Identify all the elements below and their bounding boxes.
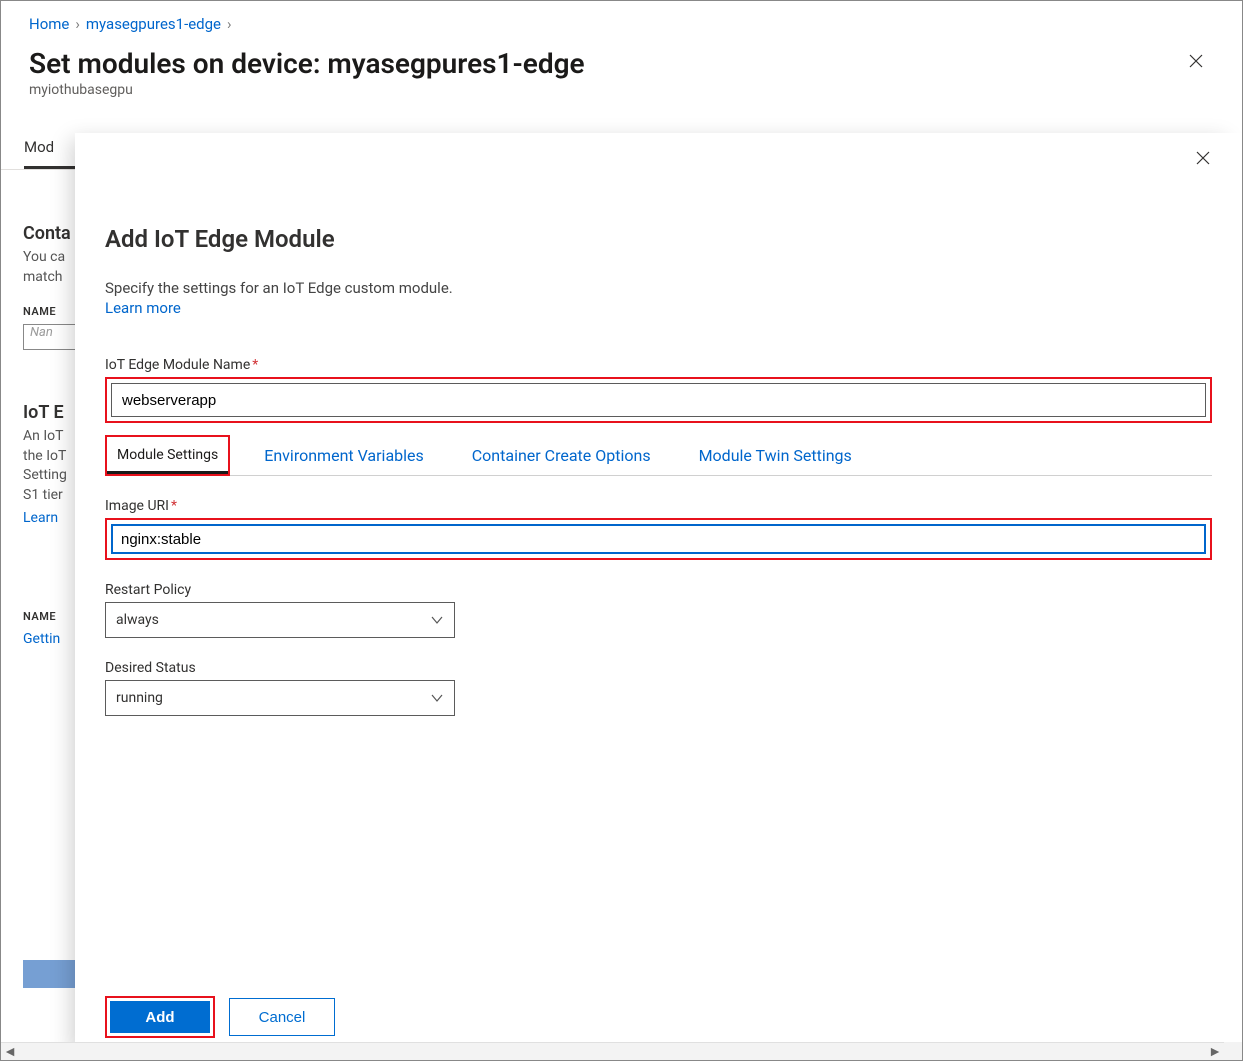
learn-more-link[interactable]: Learn more	[105, 299, 181, 317]
close-page-button[interactable]	[1184, 49, 1208, 73]
image-uri-label: Image URI*	[105, 498, 1212, 514]
chevron-down-icon	[430, 691, 444, 705]
panel-tabs: Module Settings Environment Variables Co…	[105, 435, 1212, 476]
close-panel-button[interactable]	[1192, 147, 1214, 169]
bg-partial-button[interactable]	[23, 960, 83, 988]
chevron-right-icon: ›	[75, 15, 80, 33]
scroll-corner	[1224, 1042, 1242, 1060]
scroll-right-icon[interactable]: ►	[1206, 1043, 1224, 1061]
tab-module-settings[interactable]: Module Settings	[107, 437, 228, 474]
tab-container-create-options[interactable]: Container Create Options	[458, 436, 665, 475]
page-header: Set modules on device: myasegpures1-edge…	[1, 41, 1242, 104]
breadcrumb: Home › myasegpures1-edge ›	[1, 1, 1242, 41]
desired-status-label: Desired Status	[105, 660, 1212, 676]
panel-description: Specify the settings for an IoT Edge cus…	[105, 279, 1212, 297]
close-icon	[1188, 53, 1204, 69]
close-icon	[1195, 150, 1211, 166]
module-name-input[interactable]	[111, 383, 1206, 417]
module-name-label: IoT Edge Module Name*	[105, 357, 1212, 373]
bg-name-input[interactable]: Nan	[23, 324, 78, 350]
restart-policy-label: Restart Policy	[105, 582, 1212, 598]
horizontal-scrollbar[interactable]: ◄ ►	[1, 1042, 1224, 1060]
tab-highlight: Module Settings	[105, 435, 230, 476]
desired-status-select[interactable]: running	[105, 680, 455, 716]
restart-policy-select[interactable]: always	[105, 602, 455, 638]
breadcrumb-device[interactable]: myasegpures1-edge	[86, 15, 221, 33]
cancel-button[interactable]: Cancel	[229, 998, 335, 1036]
add-module-panel: Add IoT Edge Module Specify the settings…	[75, 133, 1242, 1060]
image-uri-highlight	[105, 518, 1212, 560]
page-title: Set modules on device: myasegpures1-edge	[29, 47, 1214, 80]
scroll-left-icon[interactable]: ◄	[1, 1043, 19, 1061]
desired-status-value: running	[116, 690, 163, 706]
module-name-highlight	[105, 377, 1212, 423]
panel-title: Add IoT Edge Module	[105, 225, 1212, 253]
page-subtitle: myiothubasegpu	[29, 82, 1214, 98]
chevron-right-icon: ›	[227, 15, 232, 33]
bg-learn-link[interactable]: Learn	[23, 510, 58, 526]
tab-environment-variables[interactable]: Environment Variables	[250, 436, 438, 475]
restart-policy-value: always	[116, 612, 159, 628]
breadcrumb-home[interactable]: Home	[29, 15, 69, 33]
tab-module-twin-settings[interactable]: Module Twin Settings	[685, 436, 866, 475]
required-indicator: *	[171, 498, 177, 514]
add-button-highlight: Add	[105, 996, 215, 1038]
chevron-down-icon	[430, 613, 444, 627]
image-uri-input[interactable]	[111, 524, 1206, 554]
required-indicator: *	[252, 357, 258, 373]
panel-footer: Add Cancel	[105, 996, 335, 1038]
add-button[interactable]: Add	[110, 1001, 210, 1033]
